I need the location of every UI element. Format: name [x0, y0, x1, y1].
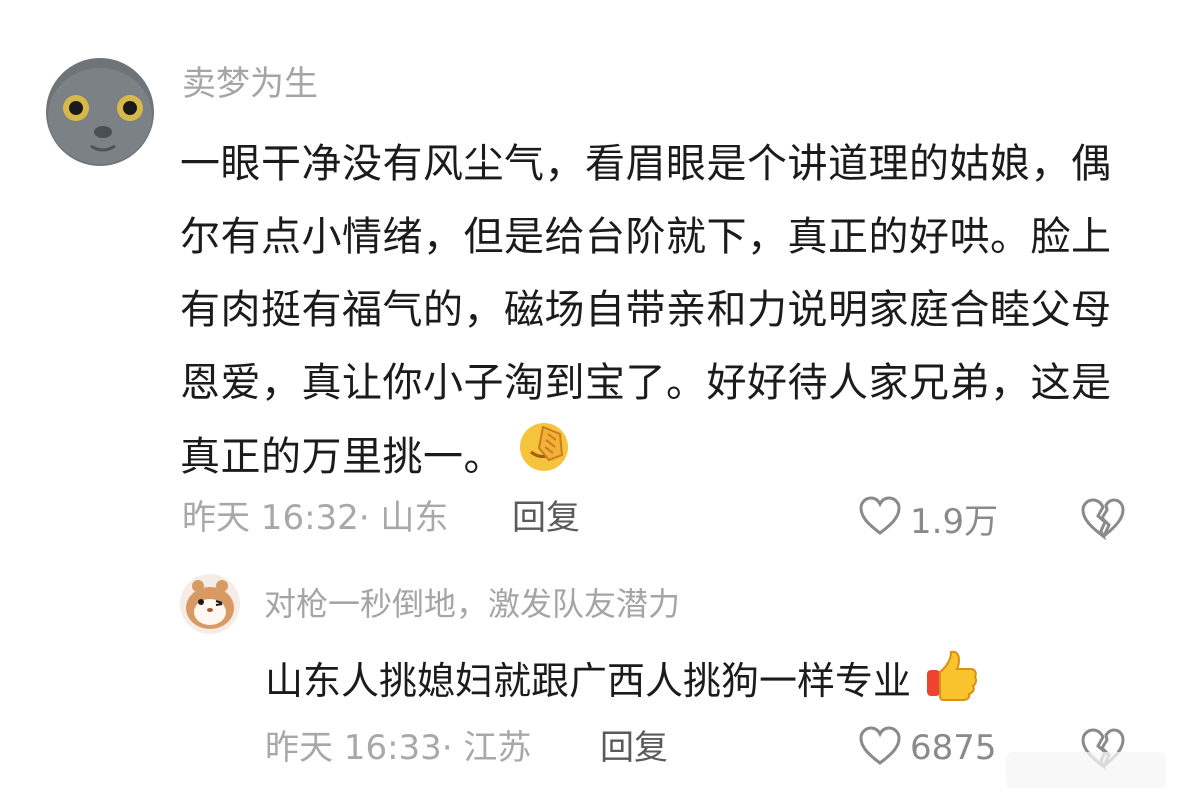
- watermark-overlay: [1006, 752, 1166, 788]
- broken-heart-icon: [1080, 498, 1126, 544]
- comment-text: 一眼干净没有风尘气，看眉眼是个讲道理的姑娘，偶尔有点小情绪，但是给台阶就下，真正…: [180, 141, 1112, 480]
- like-button[interactable]: 1.9万: [858, 494, 998, 542]
- comment-time-location: 昨天 16:32· 山东: [182, 498, 449, 538]
- reply-time-location: 昨天 16:33· 江苏: [265, 728, 532, 768]
- reply-button[interactable]: 回复: [512, 496, 580, 540]
- reply-text: 山东人挑媳妇就跟广西人挑狗一样专业: [265, 659, 912, 703]
- cartoon-hamster-avatar[interactable]: [180, 574, 240, 634]
- reply-button[interactable]: 回复: [600, 726, 668, 770]
- cartoon-hamster-avatar-image: [180, 574, 240, 634]
- heart-outline-icon: [858, 495, 902, 541]
- heart-outline-icon: [858, 725, 902, 771]
- like-button[interactable]: 6875: [858, 724, 997, 772]
- like-count: 1.9万: [910, 501, 999, 542]
- thumbs-up-emoji: [923, 646, 979, 721]
- gray-cat-avatar[interactable]: [46, 58, 154, 166]
- reply-username[interactable]: 对枪一秒倒地，激发队友潜力: [264, 582, 680, 626]
- facepalm-emoji: [517, 420, 571, 498]
- dislike-button[interactable]: [1080, 496, 1126, 544]
- comment-body: 一眼干净没有风尘气，看眉眼是个讲道理的姑娘，偶尔有点小情绪，但是给台阶就下，真正…: [180, 128, 1120, 498]
- comment-username[interactable]: 卖梦为生: [182, 62, 318, 106]
- gray-cat-avatar-image: [46, 58, 154, 166]
- like-count: 6875: [910, 728, 997, 768]
- reply-body: 山东人挑媳妇就跟广西人挑狗一样专业: [265, 646, 1145, 721]
